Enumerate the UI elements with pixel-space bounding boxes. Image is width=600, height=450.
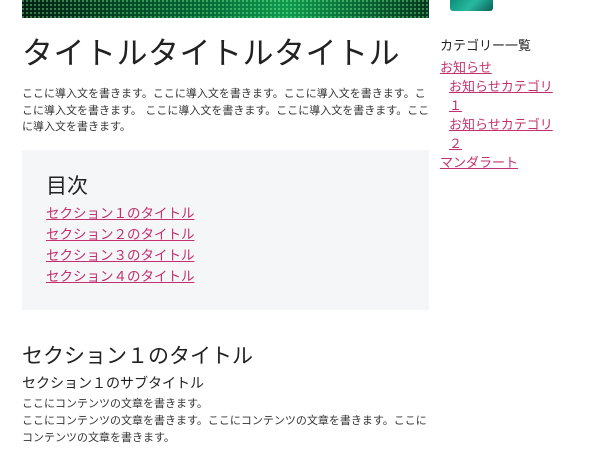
table-of-contents: 目次 セクション１のタイトル セクション２のタイトル セクション３のタイトル セ… xyxy=(22,150,429,310)
toc-link-section-3[interactable]: セクション３のタイトル xyxy=(46,248,195,264)
section-1-subtitle: セクション１のサブタイトル xyxy=(22,376,204,392)
section-1-body: ここにコンテンツの文章を書きます。 ここにコンテンツの文章を書きます。ここにコン… xyxy=(22,395,427,446)
intro-text: ここに導入文を書きます。ここに導入文を書きます。ここに導入文を書きます。ここに導… xyxy=(22,87,430,133)
sidebar-thumbnail xyxy=(450,0,493,11)
category-link-news[interactable]: お知らせ xyxy=(440,61,492,76)
toc-link-section-2[interactable]: セクション２のタイトル xyxy=(46,227,195,243)
section-1-paragraph: ここにコンテンツの文章を書きます。ここにコンテンツの文章を書きます。ここにコンテ… xyxy=(22,414,427,444)
category-item: お知らせ xyxy=(440,59,565,78)
toc-link-section-1[interactable]: セクション１のタイトル xyxy=(46,206,195,222)
toc-item: セクション４のタイトル xyxy=(46,267,195,288)
page-title: タイトルタイトルタイトル xyxy=(22,36,400,72)
category-link-news-cat-1[interactable]: お知らせカテゴリ１ xyxy=(449,80,553,114)
hero-image xyxy=(22,0,429,18)
category-item: お知らせカテゴリ２ xyxy=(440,116,565,154)
category-item: お知らせカテゴリ１ xyxy=(440,78,565,116)
category-item: マンダラート xyxy=(440,154,565,173)
category-list: お知らせ お知らせカテゴリ１ お知らせカテゴリ２ マンダラート xyxy=(440,59,565,173)
section-1-title: セクション１のタイトル xyxy=(22,344,253,368)
toc-item: セクション２のタイトル xyxy=(46,225,195,246)
sidebar-category-heading: カテゴリー一覧 xyxy=(440,39,532,54)
category-link-news-cat-2[interactable]: お知らせカテゴリ２ xyxy=(449,118,553,152)
section-1-paragraph: ここにコンテンツの文章を書きます。 xyxy=(22,397,208,410)
category-link-mandalart[interactable]: マンダラート xyxy=(440,156,518,171)
toc-heading: 目次 xyxy=(46,174,88,198)
toc-link-section-4[interactable]: セクション４のタイトル xyxy=(46,269,195,285)
toc-item: セクション３のタイトル xyxy=(46,246,195,267)
toc-item: セクション１のタイトル xyxy=(46,204,195,225)
toc-list: セクション１のタイトル セクション２のタイトル セクション３のタイトル セクショ… xyxy=(46,204,195,288)
